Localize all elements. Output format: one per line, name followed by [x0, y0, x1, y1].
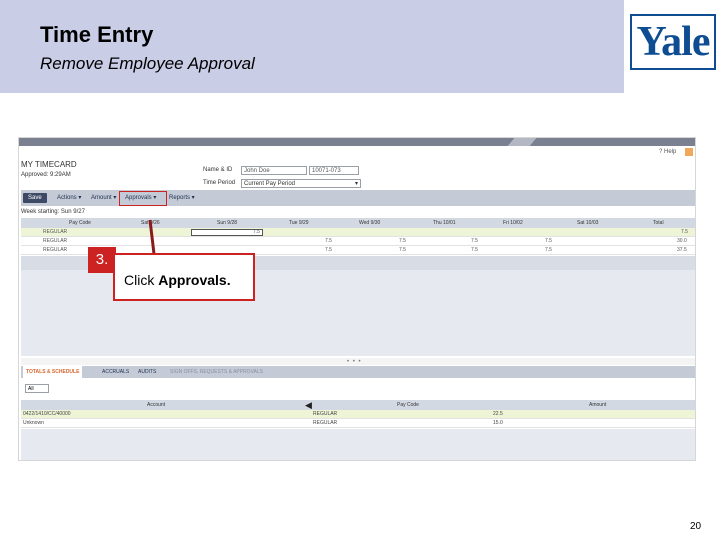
hours-cell: 7.5	[399, 238, 406, 244]
amount-cell: 22.5	[493, 411, 503, 417]
time-period-label: Time Period	[203, 180, 236, 186]
app-top-bar	[19, 138, 695, 146]
column-header: Account	[147, 402, 166, 408]
actions-menu[interactable]: Actions ▾	[57, 193, 81, 203]
time-period-value: Current Pay Period	[244, 181, 296, 187]
timecard-title: MY TIMECARD	[21, 160, 77, 169]
paycode-cell: REGULAR	[313, 411, 338, 417]
help-link[interactable]: ? Help	[659, 149, 676, 155]
total-cell: 37.5	[677, 247, 687, 253]
table-row[interactable]: REGULAR 7.5 7.5 7.5 7.5 30.0	[21, 237, 695, 246]
slide-header: Time Entry Remove Employee Approval	[0, 0, 720, 93]
tab-audits[interactable]: AUDITS	[135, 366, 159, 378]
column-header: Thu 10/01	[433, 220, 456, 226]
hours-cell: 7.5	[399, 247, 406, 253]
total-cell: 7.5	[681, 229, 688, 235]
instruction-text: Click Approvals.	[124, 272, 231, 288]
splitter-grip[interactable]: • • •	[347, 359, 362, 365]
top-bar-accent	[507, 138, 537, 146]
total-cell: 30.0	[677, 238, 687, 244]
hours-cell: 7.5	[325, 247, 332, 253]
account-cell: Unknown	[23, 420, 44, 426]
totals-grid-empty-area	[21, 429, 695, 460]
table-row[interactable]: 0422/1410/CC/40000 REGULAR 22.5	[21, 410, 695, 419]
account-cell: 0422/1410/CC/40000	[23, 411, 71, 417]
reports-menu[interactable]: Reports ▾	[169, 193, 195, 203]
tab-accruals[interactable]: ACCRUALS	[99, 366, 132, 378]
column-header: Tue 9/29	[289, 220, 309, 226]
amount-menu[interactable]: Amount ▾	[91, 193, 116, 203]
column-header: Total	[653, 220, 664, 226]
hours-cell: 7.5	[325, 238, 332, 244]
column-header: Pay Code	[69, 220, 91, 226]
paycode-cell: REGULAR	[313, 420, 338, 426]
column-header: Sat 9/26	[141, 220, 160, 226]
save-button[interactable]: Save	[23, 193, 47, 203]
paycode-cell: REGULAR	[43, 247, 68, 253]
employee-id-field[interactable]: 10071-073	[309, 166, 359, 175]
paycode-cell: REGULAR	[43, 229, 68, 235]
time-period-select[interactable]: Current Pay Period ▾	[241, 179, 361, 188]
logo-area: Yale	[620, 0, 720, 93]
table-row[interactable]: Unknown REGULAR 15.0	[21, 419, 695, 428]
week-starting-label: Week starting: Sun 9/27	[21, 209, 85, 215]
slide-title: Time Entry	[40, 22, 154, 47]
chevron-down-icon: ▾	[354, 181, 358, 187]
approvals-highlight-box	[119, 191, 167, 206]
column-header: Pay Code	[397, 402, 419, 408]
name-id-label: Name & ID	[203, 167, 233, 173]
column-header: Sun 9/28	[217, 220, 238, 226]
instruction-callout: Click Approvals.	[113, 253, 255, 301]
column-header: Fri 10/02	[503, 220, 523, 226]
page-number: 20	[690, 521, 702, 532]
amount-cell: 15.0	[493, 420, 503, 426]
hours-cell: 7.5	[545, 247, 552, 253]
help-icon[interactable]	[685, 148, 693, 156]
hours-cell: 7.5	[471, 238, 478, 244]
tab-sign-offs[interactable]: SIGN OFFS, REQUESTS & APPROVALS	[167, 366, 266, 378]
employee-name-field[interactable]: John Doe	[241, 166, 307, 175]
totals-filter-select[interactable]: All	[25, 384, 49, 393]
tab-totals-schedule[interactable]: TOTALS & SCHEDULE	[23, 366, 83, 378]
column-header: Sat 10/03	[577, 220, 599, 226]
step-number-badge: 3.	[88, 247, 116, 273]
timecard-grid-header: Pay Code Sat 9/26 Sun 9/28 Tue 9/29 Wed …	[21, 218, 695, 228]
approved-status: Approved: 9:29AM	[21, 172, 71, 178]
column-header: Amount	[589, 402, 607, 408]
instruction-emphasis: Approvals.	[158, 272, 231, 288]
hours-cell: 7.5	[545, 238, 552, 244]
table-row[interactable]: REGULAR 7.5 7.5	[21, 228, 695, 237]
paycode-cell: REGULAR	[43, 238, 68, 244]
column-header: Wed 9/30	[359, 220, 381, 226]
hours-cell: 7.5	[253, 229, 260, 235]
bottom-tab-bar: TOTALS & SCHEDULE ACCRUALS AUDITS SIGN O…	[21, 366, 695, 378]
instruction-prefix: Click	[124, 272, 159, 288]
hours-cell: 7.5	[471, 247, 478, 253]
yale-logo: Yale	[630, 14, 716, 70]
slide-subtitle: Remove Employee Approval	[40, 54, 255, 73]
totals-grid-header: Account ◀ Pay Code Amount	[21, 400, 695, 410]
logo-text: Yale	[636, 19, 711, 65]
